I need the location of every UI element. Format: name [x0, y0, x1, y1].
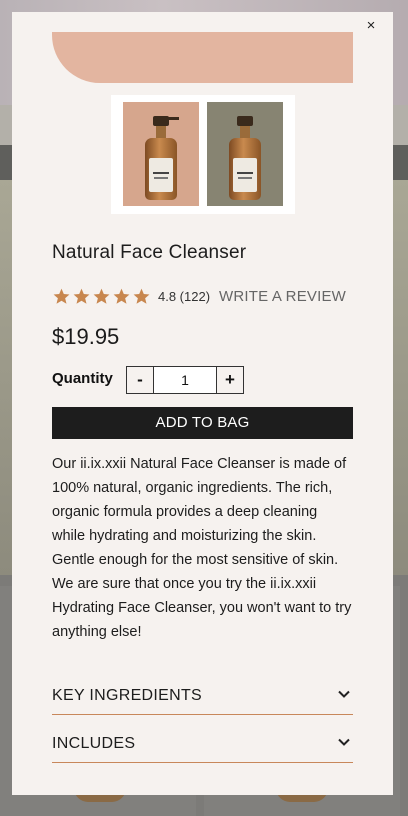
thumbnail-face-cleanser[interactable]: [123, 102, 199, 206]
product-title: Natural Face Cleanser: [52, 242, 247, 263]
decrement-button[interactable]: -: [126, 366, 154, 394]
product-description: Our ii.ix.xxii Natural Face Cleanser is …: [52, 456, 352, 640]
quantity-row: Quantity - +: [52, 366, 244, 396]
write-review-link[interactable]: WRITE A REVIEW: [219, 288, 346, 305]
quantity-input[interactable]: [154, 366, 216, 394]
chevron-down-icon: [337, 687, 351, 701]
star-icon: [132, 287, 152, 306]
accordion-key-ingredients[interactable]: KEY INGREDIENTS: [52, 679, 353, 715]
close-button[interactable]: ×: [361, 16, 381, 36]
quantity-stepper: - +: [126, 366, 244, 394]
accordion-label: INCLUDES: [52, 735, 136, 752]
star-icon: [92, 287, 112, 306]
rating-row: 4.8 (122) WRITE A REVIEW: [52, 286, 346, 306]
chevron-down-icon: [337, 735, 351, 749]
accordion-includes[interactable]: INCLUDES: [52, 727, 353, 763]
add-to-bag-button[interactable]: ADD TO BAG: [52, 407, 353, 439]
thumbnail-face-spray[interactable]: [207, 102, 283, 206]
quantity-label: Quantity: [52, 370, 113, 387]
star-icon: [52, 287, 72, 306]
increment-button[interactable]: +: [216, 366, 244, 394]
quick-view-modal: × Natural Face Cleanser 4.8 (122) WRITE …: [12, 12, 393, 795]
product-thumbnails: [111, 95, 295, 214]
star-rating: [52, 287, 152, 306]
product-price: $19.95: [52, 324, 120, 349]
accordion-label: KEY INGREDIENTS: [52, 687, 203, 704]
hero-banner: [52, 32, 353, 83]
star-icon: [72, 287, 92, 306]
rating-value: 4.8 (122): [158, 288, 211, 304]
star-icon: [112, 287, 132, 306]
